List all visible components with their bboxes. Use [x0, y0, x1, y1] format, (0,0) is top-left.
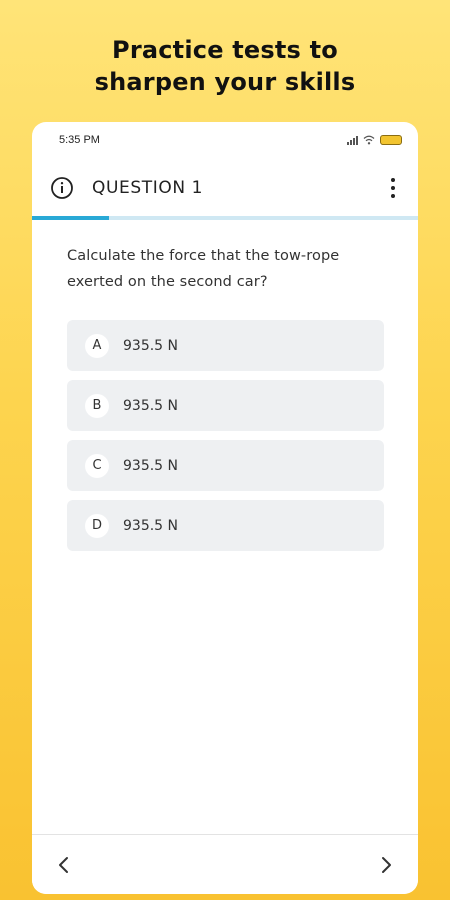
chevron-left-icon[interactable] [52, 853, 76, 877]
promo-headline-line-1: Practice tests to [112, 36, 338, 64]
answer-option-d[interactable]: D 935.5 N [67, 500, 384, 551]
option-letter-badge: C [85, 453, 109, 478]
promo-headline-line-2: sharpen your skills [94, 68, 356, 96]
battery-icon [380, 135, 402, 145]
info-icon[interactable] [50, 176, 74, 200]
question-text: Calculate the force that the tow-rope ex… [67, 248, 340, 290]
question-title: QUESTION 1 [92, 178, 204, 198]
app-bar: QUESTION 1 [32, 166, 418, 210]
question-progress-bar [32, 216, 418, 220]
answer-option-a[interactable]: A 935.5 N [67, 320, 384, 371]
option-letter-badge: D [85, 513, 109, 538]
chevron-right-icon[interactable] [374, 853, 398, 877]
signal-icon [347, 135, 358, 145]
answer-option-b[interactable]: B 935.5 N [67, 380, 384, 431]
status-icons [347, 135, 402, 145]
phone-screen: 5:35 PM QUESTION 1 Calculate the force t… [32, 122, 418, 894]
status-bar: 5:35 PM [32, 122, 418, 158]
wifi-icon [363, 135, 375, 145]
more-vertical-icon[interactable] [390, 176, 396, 200]
answer-options: A 935.5 N B 935.5 N C 935.5 N D 935.5 N [67, 320, 384, 560]
option-text: 935.5 N [123, 457, 179, 474]
option-letter-badge: B [85, 393, 109, 418]
promo-headline: Practice tests to sharpen your skills [0, 34, 450, 98]
option-text: 935.5 N [123, 337, 179, 354]
question-progress-fill [32, 216, 110, 220]
answer-option-c[interactable]: C 935.5 N [67, 440, 384, 491]
option-text: 935.5 N [123, 517, 179, 534]
option-text: 935.5 N [123, 397, 179, 414]
bottom-nav-bar [32, 834, 418, 894]
option-letter-badge: A [85, 333, 109, 358]
status-time: 5:35 PM [59, 134, 100, 146]
